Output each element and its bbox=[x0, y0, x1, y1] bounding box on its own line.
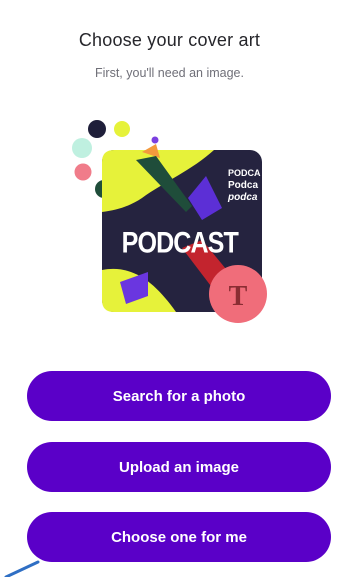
lime-dot bbox=[114, 121, 130, 137]
cover-main-text: PODCAST bbox=[122, 226, 239, 259]
purple-dot bbox=[151, 136, 159, 144]
cover-side-text-2: Podca bbox=[228, 180, 258, 191]
cover-art-panel: Choose your cover art First, you'll need… bbox=[0, 0, 339, 577]
pen-cursor-icon bbox=[4, 560, 40, 577]
cover-side-text-3: podca bbox=[227, 192, 258, 203]
badge-letter: T bbox=[229, 281, 248, 312]
cover-side-text-1: PODCA bbox=[228, 168, 261, 178]
search-photo-button[interactable]: Search for a photo bbox=[27, 371, 331, 421]
pink-dot bbox=[74, 163, 92, 181]
page-subtitle: First, you'll need an image. bbox=[95, 66, 244, 80]
navy-dot bbox=[88, 120, 106, 138]
upload-image-button[interactable]: Upload an image bbox=[27, 442, 331, 492]
mint-dot bbox=[72, 138, 92, 158]
podcast-cover-illustration: PODCAST PODCA Podca podca T bbox=[72, 120, 267, 323]
choose-for-me-button[interactable]: Choose one for me bbox=[27, 512, 331, 562]
page-title: Choose your cover art bbox=[78, 30, 261, 50]
